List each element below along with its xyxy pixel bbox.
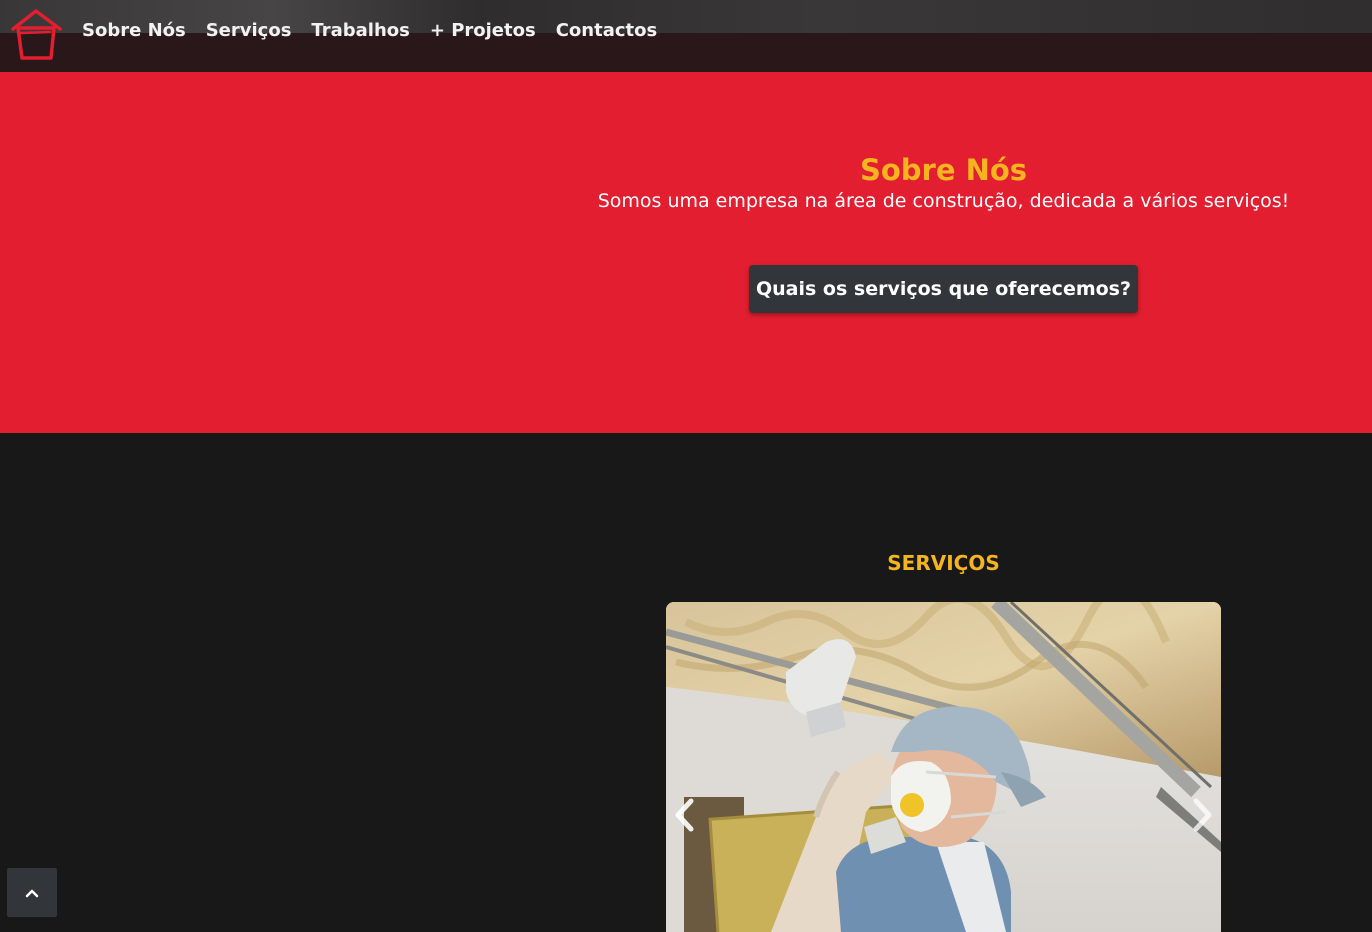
services-cta-button[interactable]: Quais os serviços que oferecemos? (749, 265, 1138, 313)
services-title: SERVIÇOS (887, 551, 1000, 575)
nav-link-servicos[interactable]: Serviços (206, 20, 292, 41)
nav-menu: Sobre Nós Serviços Trabalhos + Projetos … (82, 20, 677, 41)
nav-link-projetos[interactable]: + Projetos (430, 20, 536, 41)
carousel-prev-button[interactable] (666, 790, 702, 840)
about-description: Somos uma empresa na área de construção,… (597, 190, 1290, 212)
nav-link-sobre-nos[interactable]: Sobre Nós (82, 20, 186, 41)
worker-insulation-photo (666, 602, 1221, 932)
nav-link-trabalhos[interactable]: Trabalhos (311, 20, 409, 41)
chevron-left-icon (675, 798, 694, 832)
services-carousel[interactable] (666, 602, 1221, 932)
about-section: Sobre Nós Somos uma empresa na área de c… (0, 72, 1372, 433)
navbar: Sobre Nós Serviços Trabalhos + Projetos … (0, 0, 1372, 72)
house-logo-icon[interactable] (10, 8, 62, 62)
about-title: Sobre Nós (859, 153, 1028, 187)
nav-link-contactos[interactable]: Contactos (556, 20, 658, 41)
chevron-right-icon (1193, 798, 1212, 832)
scroll-to-top-button[interactable] (7, 868, 57, 917)
carousel-next-button[interactable] (1185, 790, 1221, 840)
chevron-up-icon (25, 889, 39, 897)
